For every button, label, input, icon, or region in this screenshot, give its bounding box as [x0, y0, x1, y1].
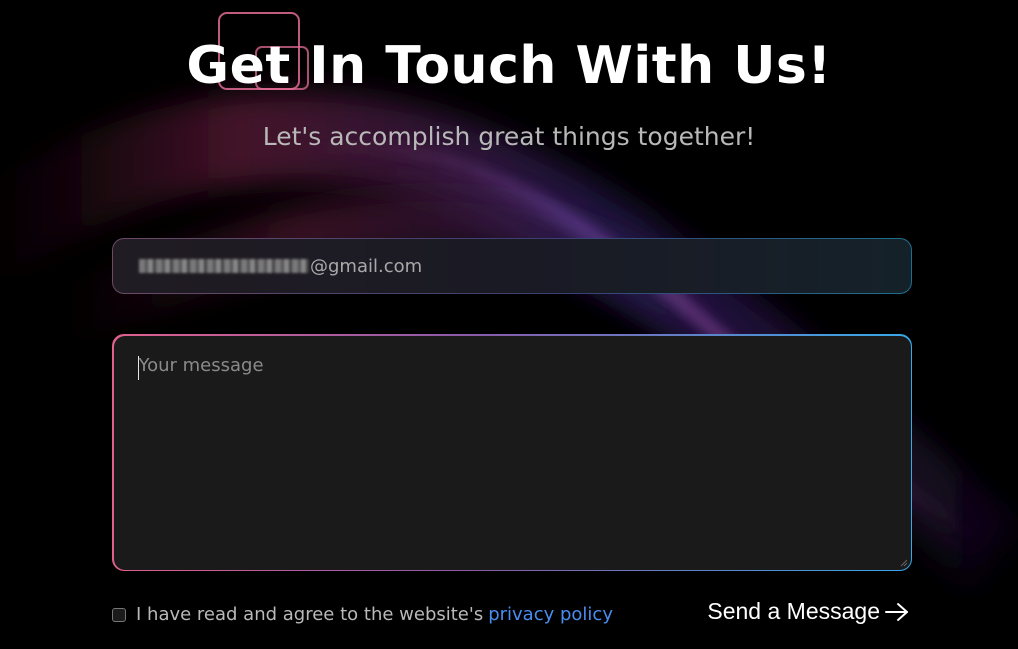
email-field-value: @gmail.com [310, 255, 423, 277]
message-textarea[interactable]: Your message [113, 335, 911, 570]
message-placeholder: Your message [138, 354, 264, 376]
send-message-button[interactable]: Send a Message [707, 598, 910, 625]
privacy-policy-link[interactable]: privacy policy [488, 604, 613, 625]
message-field-border: Your message [112, 334, 912, 571]
page-subtitle: Let's accomplish great things together! [262, 122, 756, 151]
text-caret [137, 355, 139, 380]
consent-text: I have read and agree to the website's [136, 604, 484, 625]
send-message-label: Send a Message [707, 598, 880, 624]
email-field[interactable]: @gmail.com [113, 239, 911, 293]
redacted-email-username [139, 259, 309, 273]
email-field-border: @gmail.com [112, 238, 912, 294]
arrow-right-icon [885, 602, 908, 621]
privacy-consent: I have read and agree to the website's p… [112, 604, 613, 625]
resize-handle-icon[interactable] [900, 559, 908, 567]
consent-checkbox[interactable] [112, 607, 126, 622]
page-title: Get In Touch With Us! [186, 36, 832, 96]
